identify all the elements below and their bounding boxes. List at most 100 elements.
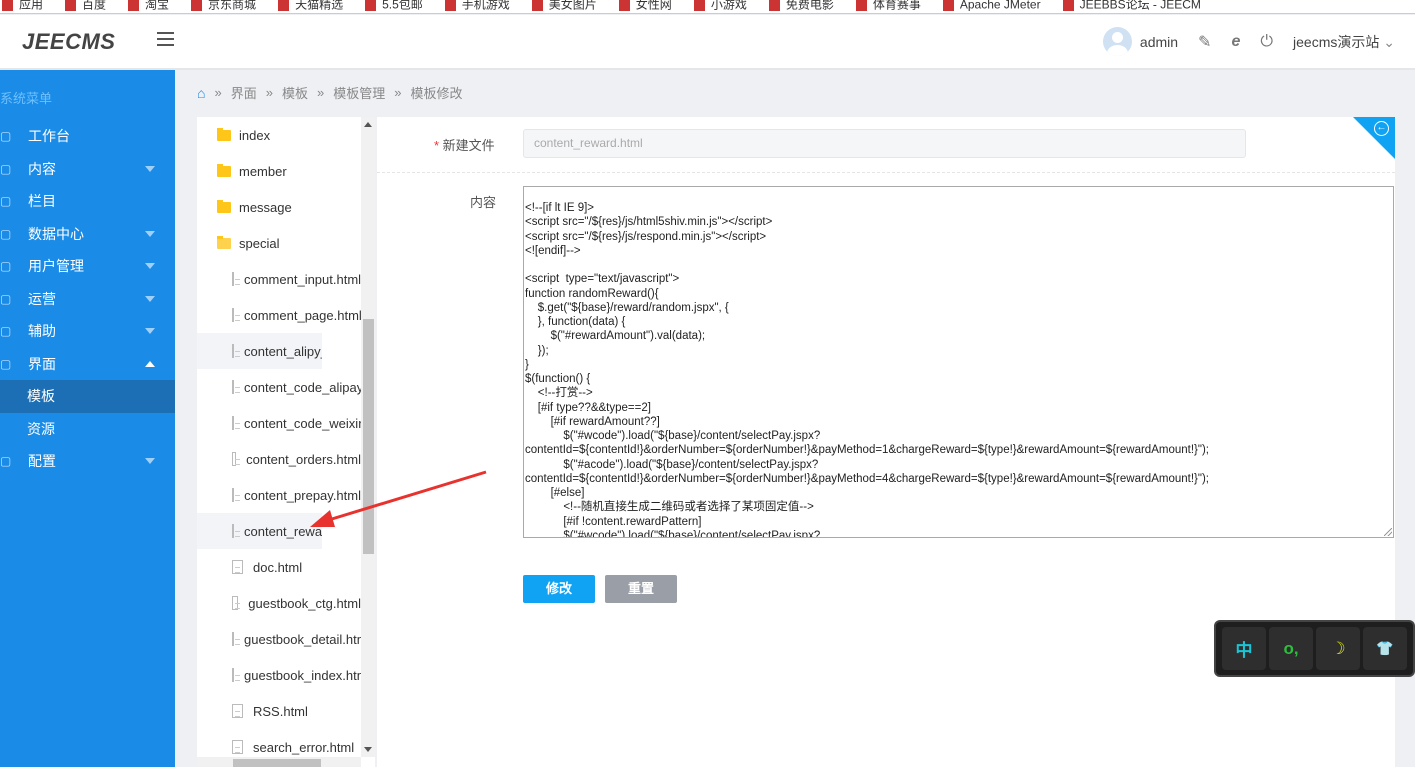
sidebar-item-label: 数据中心: [28, 225, 84, 242]
file-name: comment_input.html: [244, 271, 361, 287]
breadcrumb-separator: »: [316, 85, 325, 100]
file-name: content_alipy_mobile.html: [244, 343, 322, 359]
tree-file[interactable]: guestbook_detail.html: [197, 621, 361, 657]
tree-file[interactable]: content_code_alipay.html: [197, 369, 361, 405]
home-icon[interactable]: ⌂: [197, 85, 205, 101]
tree-file[interactable]: guestbook_index.html: [197, 657, 361, 693]
tree-file[interactable]: content_reward.html: [197, 513, 322, 549]
scroll-down-icon[interactable]: [364, 747, 372, 752]
folder-icon: [217, 127, 231, 141]
user-settings-icon[interactable]: ✎: [1198, 32, 1211, 52]
monitor-icon: ▢: [0, 129, 12, 144]
back-icon[interactable]: ←: [1374, 121, 1389, 136]
sidebar-item-label: 辅助: [28, 323, 56, 340]
hscroll-thumb[interactable]: [233, 759, 321, 767]
breadcrumb: ⌂ » 界面 » 模板 » 模板管理 » 模板修改: [197, 83, 462, 102]
sidebar-item[interactable]: ▢ 运营: [0, 283, 175, 316]
tree-file[interactable]: content_code_weixin.html: [197, 405, 361, 441]
sidebar-item-label: 工作台: [28, 128, 70, 145]
corner-badge: [1353, 117, 1395, 159]
sidebar-item[interactable]: ▢ 工作台: [0, 120, 175, 153]
bookmark-icon: [768, 0, 780, 11]
sidebar-item[interactable]: ▢ 内容: [0, 153, 175, 186]
breadcrumb-item[interactable]: 界面: [231, 83, 257, 102]
logo: JEECMS: [22, 29, 116, 54]
bookmark-item[interactable]: 百度: [65, 0, 106, 13]
caret-up-icon: [145, 360, 155, 367]
file-icon: [232, 380, 240, 394]
sidebar-item-label: 配置: [28, 453, 56, 470]
tree-file[interactable]: comment_page.html: [197, 297, 361, 333]
bookmark-icon: [444, 0, 456, 11]
caret-down-icon: [145, 165, 155, 172]
sidebar-item[interactable]: ▢ 配置: [0, 445, 175, 478]
bookmark-item[interactable]: 手机游戏: [444, 0, 510, 13]
tree-file[interactable]: comment_input.html: [197, 261, 361, 297]
file-icon: [232, 416, 240, 430]
user-menu[interactable]: admin: [1102, 27, 1178, 56]
sidebar-item[interactable]: ▢ 栏目: [0, 185, 175, 218]
bookmark-item[interactable]: 应用: [2, 0, 43, 13]
caret-down-icon: [145, 263, 155, 269]
bookmark-item[interactable]: 小游戏: [693, 0, 747, 13]
menu-toggle-icon[interactable]: [157, 32, 174, 46]
sidebar-item[interactable]: ▢ 界面: [0, 348, 175, 381]
bookmark-item[interactable]: 女性网: [618, 0, 672, 13]
chart-icon: ▢: [0, 226, 12, 241]
scroll-up-icon[interactable]: [364, 122, 372, 127]
bookmark-item[interactable]: 京东商城: [191, 0, 256, 13]
browser-icon[interactable]: e: [1231, 33, 1240, 51]
top-header: JEECMS admin ✎ e ⏻ jeecms演示站 ⌄: [0, 15, 1415, 70]
ime-chinese-button[interactable]: 中: [1222, 627, 1266, 670]
site-selector[interactable]: jeecms演示站 ⌄: [1293, 32, 1395, 52]
bookmark-item[interactable]: 体育赛事: [855, 0, 921, 13]
edit-button[interactable]: 修改: [523, 575, 595, 603]
file-icon: [232, 596, 241, 610]
sidebar-item[interactable]: 资源: [0, 413, 175, 446]
breadcrumb-item[interactable]: 模板管理: [333, 83, 385, 102]
scroll-thumb[interactable]: [363, 319, 374, 554]
bookmarks-bar: 应用 百度 淘宝 京东商城 天猫精选 5.5包邮 手机游戏 美女图片 女性网 小游戏 免费电影 体育赛…: [0, 0, 1415, 14]
tree-file[interactable]: content_prepay.html: [197, 477, 361, 513]
tree-file[interactable]: guestbook_ctg.html: [197, 585, 361, 621]
file-icon: [232, 704, 243, 718]
bookmark-item[interactable]: Apache JMeter: [942, 0, 1041, 13]
tree-file[interactable]: RSS.html: [197, 693, 361, 729]
bookmark-item[interactable]: 天猫精选: [278, 0, 343, 13]
breadcrumb-item[interactable]: 模板: [282, 83, 308, 102]
tree-file[interactable]: doc.html: [197, 549, 361, 585]
sidebar-item[interactable]: 模板: [0, 380, 175, 413]
tree-file[interactable]: content_orders.html: [197, 441, 361, 477]
ime-moon-button[interactable]: ☽: [1316, 627, 1360, 670]
resize-handle[interactable]: [1384, 528, 1392, 536]
bookmark-item[interactable]: JEEBBS论坛 - JEECM: [1062, 0, 1201, 13]
tree-hscrollbar[interactable]: [197, 757, 361, 767]
sidebar-item[interactable]: ▢ 数据中心: [0, 218, 175, 251]
tree-scrollbar[interactable]: [361, 117, 375, 757]
tree-folder[interactable]: index: [197, 117, 361, 153]
sidebar-item[interactable]: ▢ 用户管理: [0, 250, 175, 283]
document-icon: ▢: [0, 161, 12, 176]
content-textarea[interactable]: <!--[if lt IE 9]> <script src="/${res}/j…: [523, 186, 1394, 538]
file-name: RSS.html: [253, 703, 308, 719]
power-icon[interactable]: ⏻: [1260, 33, 1273, 51]
bookmark-item[interactable]: 免费电影: [768, 0, 834, 13]
sidebar-item-label: 栏目: [28, 193, 56, 210]
divider: [377, 172, 1395, 173]
tree-folder[interactable]: member: [197, 153, 361, 189]
breadcrumb-item[interactable]: 模板修改: [410, 83, 462, 102]
tree-file[interactable]: content_alipy_mobile.html: [197, 333, 322, 369]
bookmark-item[interactable]: 美女图片: [531, 0, 597, 13]
ime-punctuation-button[interactable]: o,: [1269, 627, 1313, 670]
bookmark-item[interactable]: 5.5包邮: [365, 0, 423, 13]
bookmark-item[interactable]: 淘宝: [128, 0, 169, 13]
tree-folder[interactable]: message: [197, 189, 361, 225]
file-name: content_orders.html: [246, 451, 361, 467]
bookmark-icon: [278, 0, 290, 11]
file-name: guestbook_detail.html: [244, 631, 361, 647]
reset-button[interactable]: 重置: [605, 575, 677, 603]
filename-input[interactable]: content_reward.html: [523, 129, 1246, 158]
sidebar-item[interactable]: ▢ 辅助: [0, 315, 175, 348]
ime-skin-button[interactable]: 👕: [1363, 627, 1407, 670]
tree-folder[interactable]: special: [197, 225, 361, 261]
